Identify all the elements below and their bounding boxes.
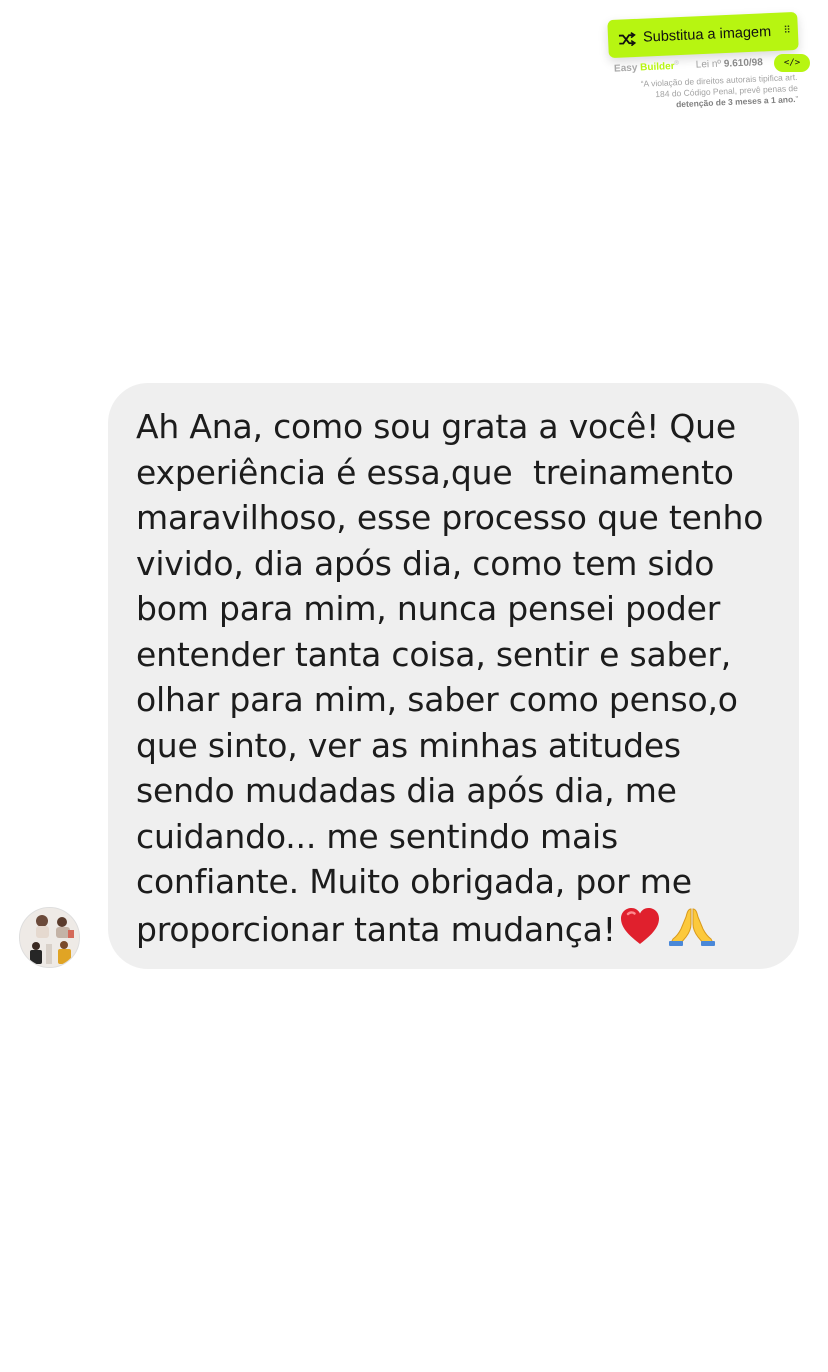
brand-line: Easy Builder® Lei nº 9.610/98 bbox=[613, 57, 764, 75]
message-line: cuidando... me sentindo mais bbox=[136, 816, 618, 856]
heart-emoji bbox=[618, 905, 662, 947]
message-line: Ah Ana, como sou grata a você! Que bbox=[136, 407, 736, 446]
message-line: sendo mudadas dia após dia, me bbox=[136, 771, 677, 810]
shuffle-icon bbox=[618, 31, 637, 47]
law-prefix: Lei nº bbox=[695, 58, 722, 72]
message-bubble[interactable]: Ah Ana, como sou grata a você! Que exper… bbox=[108, 383, 799, 969]
drag-handle-icon[interactable]: ⠿ bbox=[783, 25, 790, 36]
message-line: entender tanta coisa, sentir e saber, bbox=[136, 634, 731, 674]
message-line: vivido, dia após dia, como tem sido bbox=[136, 543, 715, 583]
brand-trademark: ® bbox=[674, 60, 680, 67]
law-number: 9.610/98 bbox=[723, 57, 764, 70]
avatar-photo bbox=[20, 908, 79, 967]
message-line: que sinto, ver as minhas atitudes bbox=[136, 725, 681, 765]
brand-builder: Builder bbox=[639, 60, 675, 74]
brand-easy: Easy bbox=[613, 62, 638, 75]
avatar[interactable] bbox=[19, 907, 80, 968]
praying-hands-emoji bbox=[668, 905, 716, 947]
message-line: confiante. Muito obrigada, por me bbox=[136, 862, 692, 901]
code-button[interactable]: </> bbox=[774, 54, 810, 72]
message-line: proporcionar tanta mudança! bbox=[136, 909, 616, 949]
message-line: olhar para mim, saber como penso,o bbox=[136, 680, 738, 719]
message-line: maravilhoso, esse processo que tenho bbox=[136, 498, 764, 537]
copyright-disclaimer: “A violação de direitos autorais tipific… bbox=[611, 72, 798, 113]
replace-image-label: Substitua a imagem bbox=[642, 24, 772, 46]
message-line: bom para mim, nunca pensei poder bbox=[136, 589, 721, 628]
message-text: Ah Ana, como sou grata a você! Que exper… bbox=[136, 404, 779, 952]
replace-image-button[interactable]: Substitua a imagem ⠿ bbox=[607, 11, 799, 59]
message-line: experiência é essa,que treinamento bbox=[136, 452, 734, 492]
disclaimer-end-quote: ” bbox=[795, 93, 799, 105]
replace-image-overlay: Substitua a imagem ⠿ </> Easy Builder® L… bbox=[604, 11, 820, 116]
